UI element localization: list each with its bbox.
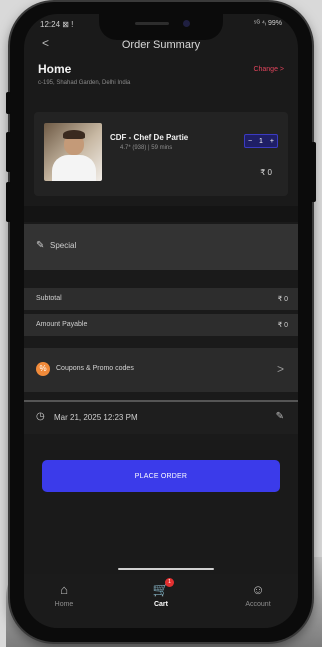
app-screen: 12:24 ⊠ ! ⁵ᴳ ⁴ᵢ 99% < Order Summary Home… <box>24 14 298 628</box>
edit-icon[interactable]: ✎ <box>276 411 284 422</box>
item-name: CDF - Chef De Partie <box>110 133 189 142</box>
special-instructions-field[interactable]: ✎ Special <box>24 224 298 270</box>
chef-photo <box>44 123 102 181</box>
volume-down-button <box>6 182 11 222</box>
decrease-button[interactable]: − <box>248 138 252 145</box>
pencil-icon: ✎ <box>36 240 45 251</box>
quantity-value: 1 <box>259 137 263 145</box>
chevron-right-icon: > <box>276 362 284 376</box>
speaker <box>135 22 169 25</box>
subtotal-row: Subtotal ₹ 0 <box>24 288 298 310</box>
payable-value: ₹ 0 <box>277 322 288 329</box>
tab-account[interactable]: ☺ Account <box>228 582 288 608</box>
front-camera <box>183 20 190 27</box>
mute-switch <box>6 92 11 114</box>
coupons-row[interactable]: % Coupons & Promo codes > <box>24 348 298 392</box>
change-address-link[interactable]: Change > <box>253 66 284 73</box>
page-title: Order Summary <box>121 39 201 51</box>
account-icon: ☺ <box>251 582 265 597</box>
tab-home-label: Home <box>54 601 74 608</box>
home-indicator <box>118 568 214 570</box>
special-label: Special <box>50 241 77 250</box>
place-order-button[interactable]: PLACE ORDER <box>42 460 280 492</box>
volume-up-button <box>6 132 11 172</box>
notch <box>99 14 223 40</box>
payable-label: Amount Payable <box>36 321 88 328</box>
status-time: 12:24 ⊠ ! <box>40 20 74 29</box>
address-line: c-195, Shahad Garden, Delhi India <box>38 80 131 86</box>
item-price: ₹ 0 <box>260 168 272 177</box>
coupon-icon: % <box>36 362 50 376</box>
coupons-label: Coupons & Promo codes <box>56 365 134 372</box>
home-icon: ⌂ <box>60 582 68 597</box>
power-button <box>311 142 316 202</box>
cart-icon: 🛒 <box>152 582 170 597</box>
cart-item-card: CDF - Chef De Partie 4.7* (938) | 59 min… <box>34 112 288 196</box>
bottom-tab-bar: ⌂ Home 🛒 1 Cart ☺ Account <box>24 574 298 628</box>
quantity-stepper[interactable]: − 1 + <box>244 134 278 148</box>
tab-cart-label: Cart <box>153 601 168 608</box>
tab-home[interactable]: ⌂ Home <box>34 582 94 608</box>
status-indicators: ⁵ᴳ ⁴ᵢ 99% <box>253 20 282 27</box>
subtotal-value: ₹ 0 <box>277 296 288 303</box>
schedule-row[interactable]: ◷ Mar 21, 2025 12:23 PM ✎ <box>24 400 298 434</box>
tab-account-label: Account <box>245 601 271 608</box>
item-meta: 4.7* (938) | 59 mins <box>120 145 173 151</box>
increase-button[interactable]: + <box>270 138 274 145</box>
section-divider <box>24 206 298 222</box>
schedule-datetime: Mar 21, 2025 12:23 PM <box>54 413 138 422</box>
tab-cart[interactable]: 🛒 1 Cart <box>131 578 191 608</box>
cart-badge: 1 <box>165 578 174 587</box>
address-label: Home <box>38 62 72 76</box>
subtotal-label: Subtotal <box>36 295 62 302</box>
clock-icon: ◷ <box>36 411 45 422</box>
amount-payable-row: Amount Payable ₹ 0 <box>24 314 298 336</box>
